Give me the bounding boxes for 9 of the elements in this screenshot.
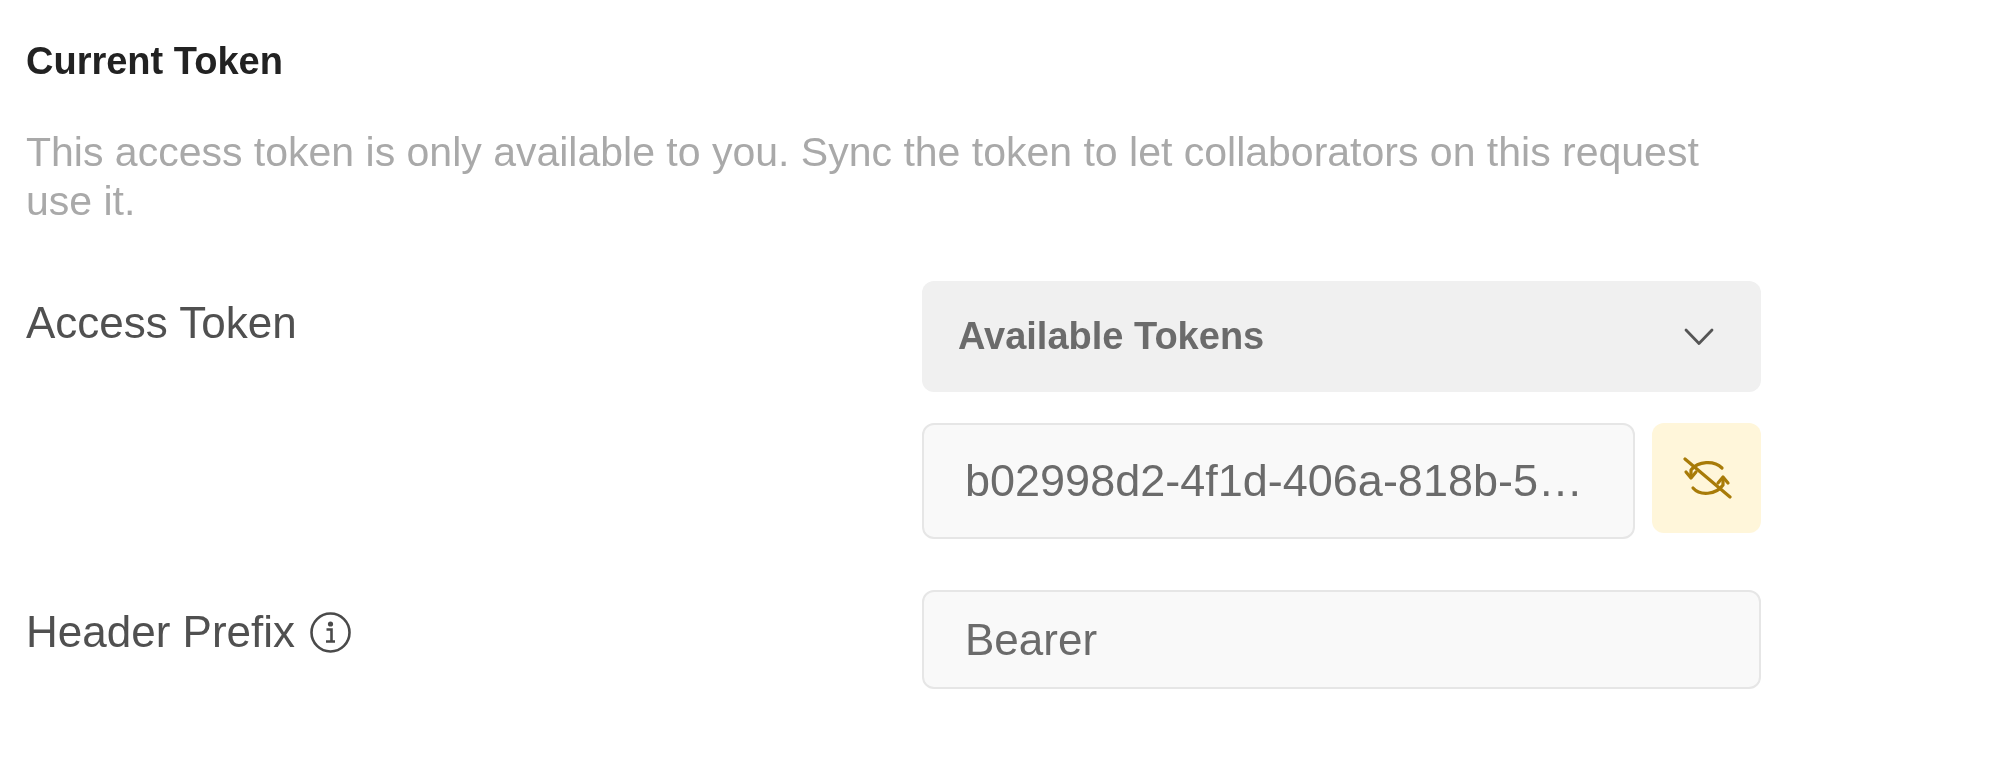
section-description: This access token is only available to you. Sync the token to let collaborators on this request use it. [26, 128, 1700, 226]
sync-button[interactable] [1652, 423, 1761, 533]
chevron-down-icon [1684, 327, 1714, 346]
header-prefix-field[interactable]: Bearer [922, 590, 1761, 689]
token-field[interactable]: b02998d2-4f1d-406a-818b-5… [922, 423, 1635, 539]
field-label: Access Token [26, 297, 297, 349]
token-dropdown[interactable]: Available Tokens [922, 281, 1761, 392]
field-label: Header Prefix [26, 606, 295, 658]
section-title: Current Token [26, 39, 283, 84]
